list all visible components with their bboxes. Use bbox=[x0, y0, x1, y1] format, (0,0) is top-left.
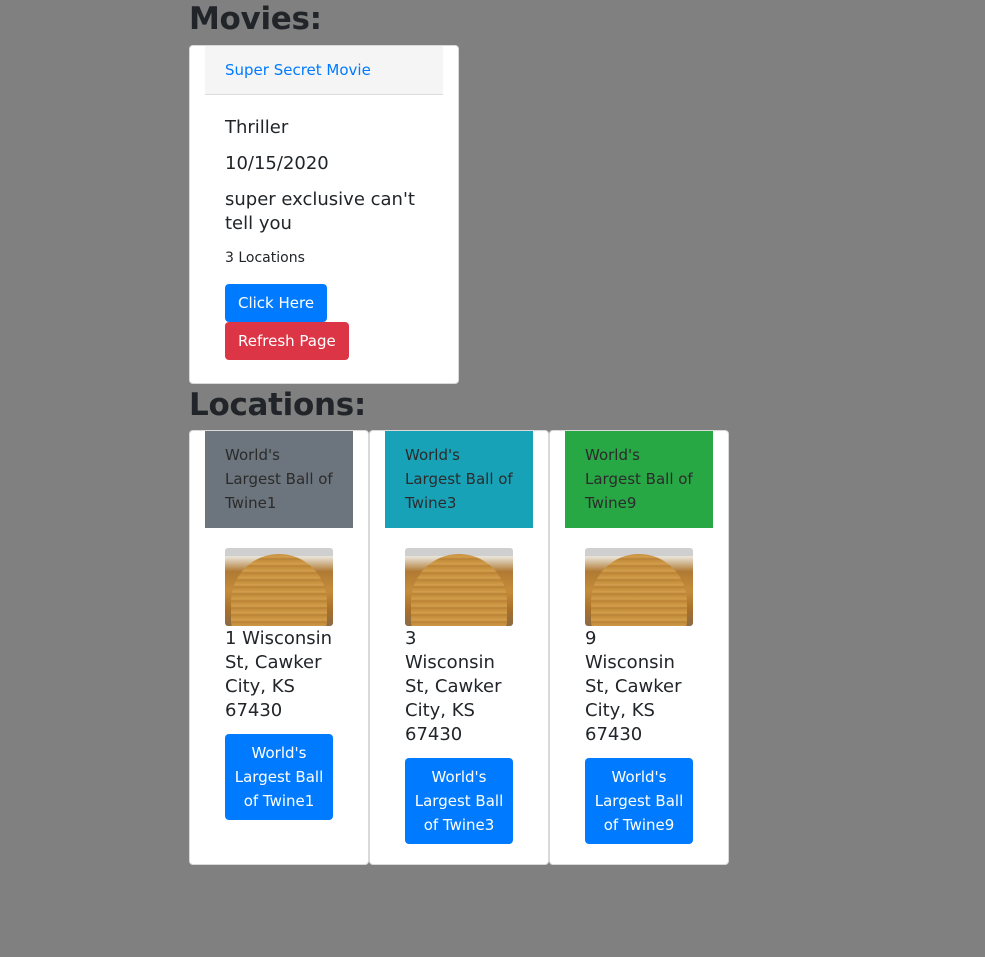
location-address: 9 Wisconsin St, Cawker City, KS 67430 bbox=[585, 628, 682, 745]
location-card-header: World's Largest Ball of Twine9 bbox=[565, 431, 713, 528]
movie-card-body: Thriller 10/15/2020 super exclusive can'… bbox=[225, 116, 435, 360]
ball-of-twine-image bbox=[405, 548, 513, 626]
movie-description: super exclusive can't tell you bbox=[225, 189, 415, 234]
movie-locations-count: 3 Locations bbox=[225, 250, 305, 266]
ball-of-twine-image bbox=[225, 548, 333, 626]
location-button[interactable]: World's Largest Ball of Twine3 bbox=[405, 758, 513, 844]
click-here-button[interactable]: Click Here bbox=[225, 284, 328, 322]
location-card-header: World's Largest Ball of Twine3 bbox=[385, 431, 533, 528]
refresh-page-button[interactable]: Refresh Page bbox=[225, 322, 349, 360]
locations-heading: Locations: bbox=[189, 387, 367, 423]
movie-genre: Thriller bbox=[225, 117, 289, 138]
location-card: World's Largest Ball of Twine3 3 Wiscons… bbox=[369, 430, 549, 865]
location-card: World's Largest Ball of Twine9 9 Wiscons… bbox=[549, 430, 729, 865]
location-card: World's Largest Ball of Twine1 1 Wiscons… bbox=[189, 430, 369, 865]
location-address: 1 Wisconsin St, Cawker City, KS 67430 bbox=[225, 628, 333, 721]
movie-card-header: Super Secret Movie bbox=[205, 46, 443, 95]
location-address: 3 Wisconsin St, Cawker City, KS 67430 bbox=[405, 628, 502, 745]
movie-card: Super Secret Movie Thriller 10/15/2020 s… bbox=[189, 45, 459, 384]
movies-heading: Movies: bbox=[189, 1, 322, 37]
location-button[interactable]: World's Largest Ball of Twine9 bbox=[585, 758, 693, 844]
location-button[interactable]: World's Largest Ball of Twine1 bbox=[225, 734, 333, 820]
location-card-header: World's Largest Ball of Twine1 bbox=[205, 431, 353, 528]
movie-title-link[interactable]: Super Secret Movie bbox=[225, 61, 371, 79]
ball-of-twine-image bbox=[585, 548, 693, 626]
movie-date: 10/15/2020 bbox=[225, 153, 329, 174]
